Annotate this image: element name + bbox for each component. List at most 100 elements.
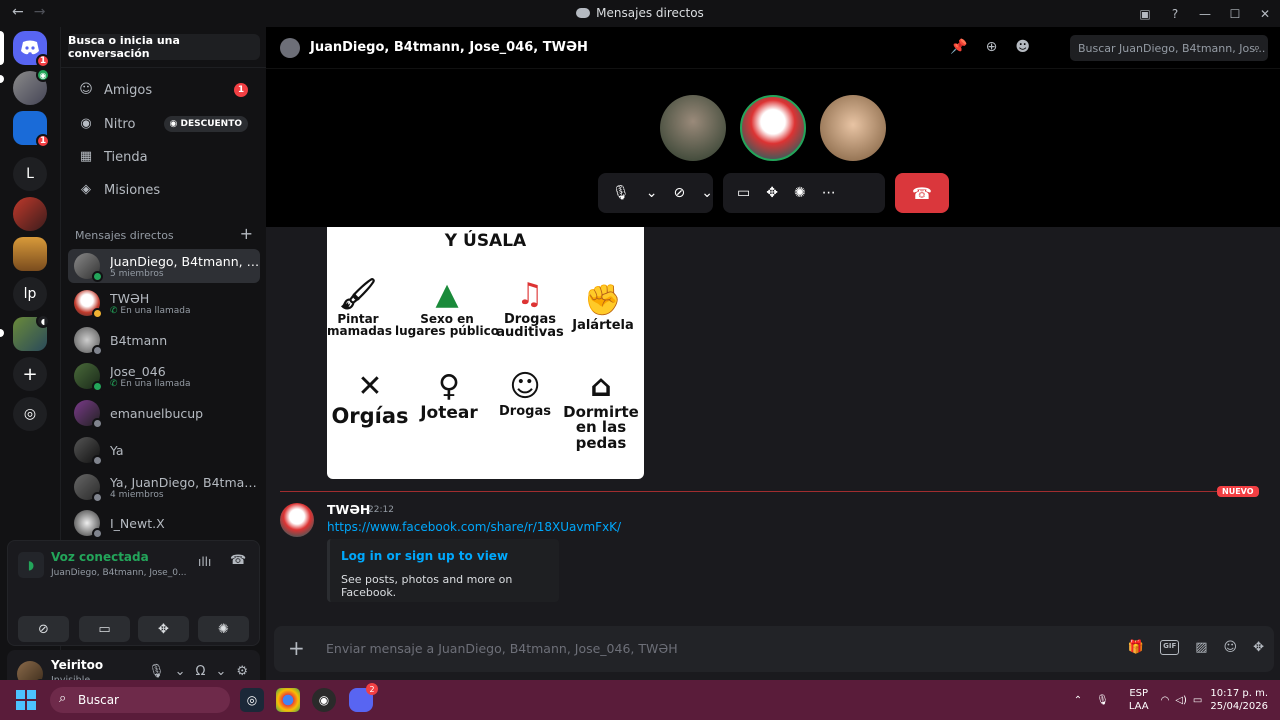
volume-icon[interactable]: ◁) [1175, 695, 1187, 706]
soundboard-button[interactable]: ✺ [198, 616, 249, 642]
participant-avatar[interactable] [820, 95, 886, 161]
dm-item[interactable]: Ya, JuanDiego, B4tmann 4 miembros [68, 470, 260, 504]
sticker-icon[interactable]: ▨ [1195, 640, 1207, 655]
disconnect-icon[interactable]: ☎ [230, 553, 246, 568]
server-avatar-1[interactable]: ◉ [13, 68, 50, 105]
close-button[interactable]: ✕ [1250, 7, 1280, 21]
signal-icon[interactable]: ◗ [18, 552, 44, 578]
soundboard-icon[interactable]: ✺ [794, 185, 806, 201]
inbox-icon[interactable]: ▣ [1130, 7, 1160, 21]
image-cell-label: Sexo en lugares público [394, 311, 500, 339]
members-list-icon[interactable]: ☻ [1015, 39, 1030, 55]
store-icon: ▦ [79, 149, 93, 164]
screen-share-button[interactable]: ▭ [79, 616, 130, 642]
nav-friends[interactable]: ☺ Amigos 1 [68, 75, 260, 105]
microphone-icon[interactable]: 🎙 [148, 664, 165, 679]
nav-store[interactable]: ▦ Tienda [68, 142, 260, 172]
activities-button[interactable]: ✥ [138, 616, 189, 642]
battery-icon[interactable]: ▭ [1193, 695, 1202, 706]
taskbar-search[interactable]: ⌕ Buscar [50, 687, 230, 713]
window-titlebar: ← → Mensajes directos ▣ ? — ☐ ✕ [0, 0, 1280, 27]
user-name[interactable]: Yeiritoo [51, 658, 103, 672]
voice-panel: ◗ Voz conectada JuanDiego, B4tmann, Jose… [7, 540, 260, 646]
dm-sub: 5 miembros [110, 268, 164, 279]
upload-plus-icon[interactable]: + [288, 636, 305, 660]
more-options-icon[interactable]: ⋯ [822, 185, 836, 201]
home-dm-button[interactable]: 1 [13, 31, 50, 68]
hang-up-icon: ☎ [912, 183, 932, 203]
chevron-down-icon[interactable]: ⌄ [175, 664, 186, 679]
dm-name: Ya, JuanDiego, B4tmann [110, 474, 260, 490]
dm-item[interactable]: Jose_046 ✆ En una llamada [68, 359, 260, 393]
microphone-icon[interactable]: 🎙 [1096, 695, 1109, 706]
apps-icon[interactable]: ✥ [1253, 640, 1264, 655]
server-avatar-2[interactable]: 1 [13, 111, 50, 148]
discover-compass-icon[interactable]: ◎ [13, 397, 47, 431]
chevron-up-icon[interactable]: ⌃ [1074, 695, 1082, 706]
windows-start-icon[interactable] [16, 690, 36, 710]
chrome-icon[interactable] [276, 688, 300, 712]
nav-quests[interactable]: ◈ Misiones [68, 175, 260, 205]
nav-nitro[interactable]: ◉ Nitro ◉ DESCUENTO [68, 109, 260, 139]
dm-item[interactable]: B4tmann [68, 323, 260, 357]
participant-avatar-speaking[interactable] [740, 95, 806, 161]
discount-tag-icon: ◉ [169, 119, 178, 129]
activities-icon[interactable]: ✥ [766, 185, 778, 201]
chat-title[interactable]: JuanDiego, B4tmann, Jose_046, TWƏH [310, 40, 588, 55]
noise-suppression-icon[interactable]: ıllı [198, 555, 211, 569]
maximize-button[interactable]: ☐ [1220, 7, 1250, 21]
add-friends-icon[interactable]: ⊕ [986, 39, 998, 55]
status-dot [92, 308, 103, 319]
chevron-down-icon[interactable]: ⌄ [646, 185, 658, 201]
dm-item[interactable]: I_Newt.X [68, 506, 260, 540]
server-avatar-5[interactable]: ◖ [13, 314, 50, 351]
find-conversation-button[interactable]: Busca o inicia una conversación [68, 34, 260, 60]
message-input[interactable]: Enviar mensaje a JuanDiego, B4tmann, Jos… [326, 641, 678, 656]
dm-name: emanuelbucup [110, 405, 204, 421]
server-avatar-3[interactable] [13, 197, 47, 231]
dm-item[interactable]: emanuelbucup [68, 396, 260, 430]
microphone-icon[interactable]: 🎙 [612, 185, 630, 201]
dm-item[interactable]: TWƏH ✆ En una llamada [68, 286, 260, 320]
create-dm-button[interactable]: + [240, 226, 253, 242]
minimize-button[interactable]: — [1190, 7, 1220, 21]
screen-share-icon[interactable]: ▭ [737, 185, 750, 201]
headphones-icon[interactable]: Ω [196, 664, 206, 679]
dm-item[interactable]: JuanDiego, B4tmann, J... 5 miembros [68, 249, 260, 283]
language-indicator[interactable]: ESP LAA [1129, 687, 1149, 713]
notification-badge: 1 [36, 54, 50, 68]
participant-avatar[interactable] [660, 95, 726, 161]
message-avatar[interactable] [280, 503, 314, 537]
message-link[interactable]: https://www.facebook.com/share/r/18XUavm… [327, 520, 621, 534]
dm-item[interactable]: Ya [68, 433, 260, 467]
server-avatar-4[interactable] [13, 237, 47, 271]
emoji-icon[interactable]: ☺ [1224, 640, 1238, 655]
obs-icon[interactable]: ◉ [312, 688, 336, 712]
chat-search-input[interactable]: Buscar JuanDiego, B4tmann, Jos... ⌕ [1070, 35, 1268, 61]
help-icon[interactable]: ? [1160, 7, 1190, 21]
camera-off-button[interactable]: ⊘ [18, 616, 69, 642]
pin-icon[interactable]: 📌 [950, 39, 967, 55]
dm-name: I_Newt.X [110, 515, 165, 531]
gif-button[interactable]: GIF [1160, 640, 1180, 655]
embed-title[interactable]: Log in or sign up to view [341, 549, 508, 563]
server-l[interactable]: L [13, 157, 47, 191]
phone-icon: ✆ [110, 305, 118, 316]
clock[interactable]: 10:17 p. m. 25/04/2026 [1210, 687, 1268, 713]
chevron-down-icon[interactable]: ⌄ [215, 664, 226, 679]
steam-icon[interactable]: ◎ [240, 688, 264, 712]
server-lp[interactable]: lp [13, 277, 47, 311]
chevron-down-icon[interactable]: ⌄ [701, 185, 713, 201]
message-author[interactable]: TWƏH [327, 502, 370, 517]
gift-icon[interactable]: 🎁 [1128, 640, 1144, 655]
camera-off-icon[interactable]: ⊘ [674, 185, 686, 201]
wifi-icon[interactable]: ◠ [1161, 695, 1170, 706]
message-composer[interactable]: + Enviar mensaje a JuanDiego, B4tmann, J… [274, 626, 1274, 672]
end-call-button[interactable]: ☎ [895, 173, 949, 213]
attached-image[interactable]: Y ÚSALA 🖌 Pintar mamadas ▲ Sexo en lugares… [327, 227, 644, 479]
discord-taskbar-icon[interactable]: 2 [349, 683, 378, 712]
settings-gear-icon[interactable]: ⚙ [236, 664, 248, 679]
image-cell-label: Dormirte en las pedas [563, 402, 639, 452]
voice-status[interactable]: Voz conectada [51, 550, 149, 564]
add-server-button[interactable]: + [13, 357, 47, 391]
